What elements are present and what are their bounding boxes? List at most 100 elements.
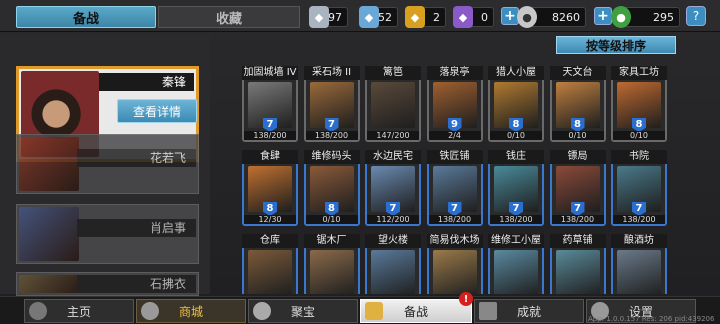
building-progress: 0/10 (305, 215, 358, 224)
resource-silver-value: 97 (328, 10, 342, 24)
building-name: 镖局 (549, 150, 606, 164)
building-card[interactable]: 铁匠铺 7 138/200 (426, 150, 483, 226)
hero-name: 石拂衣 (77, 275, 196, 293)
building-card[interactable]: 镖局 7 138/200 (549, 150, 606, 226)
building-name: 篱笆 (365, 66, 421, 80)
building-progress: 138/200 (428, 215, 481, 224)
building-grid: 加固城墙 IV 7 138/200 采石场 II 7 138/200 篱笆 147/200 落泉… (236, 62, 676, 294)
resource-blue: ◆ 52 (359, 6, 398, 28)
hero-card[interactable]: 石拂衣 (16, 272, 199, 296)
building-progress: 138/200 (613, 215, 665, 224)
building-card[interactable]: 书院 7 138/200 (611, 150, 667, 226)
building-level: 8 (324, 202, 339, 216)
building-level: 7 (324, 118, 339, 132)
add-gems-button[interactable]: + (594, 7, 612, 25)
building-level: 7 (263, 118, 277, 132)
building-card[interactable]: 加固城墙 IV 7 138/200 (242, 66, 298, 142)
building-name: 采石场 II (303, 66, 360, 80)
building-icon (309, 250, 354, 294)
building-name: 家具工坊 (611, 66, 667, 80)
hero-portrait (19, 207, 79, 261)
version-text: App: 1.0.0.157 Res: 206 pid:439206 (588, 315, 715, 323)
hero-portrait (19, 137, 79, 191)
building-name: 书院 (611, 150, 667, 164)
building-level: 8 (263, 202, 277, 216)
resource-gold: ◆ 2 (405, 6, 446, 28)
building-progress: 0/10 (551, 131, 604, 140)
building-card[interactable]: 维修码头 8 0/10 (303, 150, 360, 226)
coins-value: 8260 (552, 10, 580, 24)
building-name: 天文台 (549, 66, 606, 80)
building-card[interactable]: 药草铺 (549, 234, 606, 294)
hero-name: 肖启事 (77, 219, 196, 237)
building-card[interactable]: 望火楼 (365, 234, 421, 294)
building-card[interactable]: 维修工小屋 (488, 234, 544, 294)
building-card[interactable]: 钱庄 7 138/200 (488, 150, 544, 226)
building-progress: 2/4 (428, 131, 481, 140)
jade-icon: ● (611, 6, 631, 28)
tab-collection[interactable]: 收藏 (158, 6, 300, 28)
coin-icon: ● (517, 6, 537, 28)
nav-achievements[interactable]: 成就 (474, 299, 584, 323)
sort-by-level-button[interactable]: 按等级排序 (556, 36, 676, 54)
building-name: 猎人小屋 (488, 66, 544, 80)
purple-shield-icon: ◆ (453, 6, 473, 28)
building-icon (617, 250, 661, 294)
building-name: 落泉亭 (426, 66, 483, 80)
building-level: 7 (447, 202, 462, 216)
card-icon (365, 302, 383, 320)
building-name: 望火楼 (365, 234, 421, 248)
building-progress: 0/10 (490, 131, 542, 140)
building-card[interactable]: 篱笆 147/200 (365, 66, 421, 142)
nav-prepare-label: 备战 (403, 304, 428, 319)
building-card[interactable]: 猎人小屋 8 0/10 (488, 66, 544, 142)
nav-prepare[interactable]: 备战 (360, 299, 472, 323)
building-progress: 138/200 (305, 131, 358, 140)
resource-purple-value: 0 (481, 10, 488, 24)
building-card[interactable]: 简易伐木场 (426, 234, 483, 294)
building-progress: 138/200 (551, 215, 604, 224)
building-card[interactable]: 落泉亭 9 2/4 (426, 66, 483, 142)
nav-home[interactable]: 主页 (24, 299, 134, 323)
building-name: 水边民宅 (365, 150, 421, 164)
hero-card[interactable]: 花若飞 (16, 134, 199, 194)
building-icon (555, 250, 600, 294)
home-icon (29, 302, 47, 320)
nav-treasure-label: 聚宝 (290, 304, 315, 319)
building-card[interactable]: 天文台 8 0/10 (549, 66, 606, 142)
building-level: 7 (509, 202, 523, 216)
building-card[interactable]: 锯木厂 (303, 234, 360, 294)
game-screen: 备战 收藏 ◆ 97 ◆ 52 ◆ 2 ◆ 0 + ● 8260 + ● 295… (0, 0, 720, 324)
gems-value: 295 (653, 10, 674, 24)
treasure-bowl-icon (253, 302, 271, 320)
hero-name: 秦锋 (99, 73, 194, 91)
building-card[interactable]: 采石场 II 7 138/200 (303, 66, 360, 142)
building-icon (371, 250, 415, 294)
building-card[interactable]: 水边民宅 7 112/200 (365, 150, 421, 226)
hero-card[interactable]: 肖启事 (16, 204, 199, 264)
building-card[interactable]: 家具工坊 8 0/10 (611, 66, 667, 142)
help-button[interactable]: ? (686, 6, 706, 26)
nav-treasure[interactable]: 聚宝 (248, 299, 358, 323)
hero-name: 花若飞 (77, 149, 196, 167)
building-level: 8 (632, 118, 646, 132)
building-card[interactable]: 酿酒坊 (611, 234, 667, 294)
building-level: 7 (632, 202, 646, 216)
gold-shield-icon: ◆ (405, 6, 425, 28)
resource-gold-value: 2 (433, 10, 440, 24)
building-name: 加固城墙 IV (242, 66, 298, 80)
nav-shop[interactable]: 商城 (136, 299, 246, 323)
top-bar: 备战 收藏 ◆ 97 ◆ 52 ◆ 2 ◆ 0 + ● 8260 + ● 295… (0, 0, 720, 32)
building-card[interactable]: 仓库 (242, 234, 298, 294)
building-name: 锯木厂 (303, 234, 360, 248)
view-details-button[interactable]: 查看详情 (117, 99, 197, 123)
tab-prepare[interactable]: 备战 (16, 6, 156, 28)
building-card[interactable]: 食肆 8 12/30 (242, 150, 298, 226)
building-level: 7 (570, 202, 585, 216)
building-name: 食肆 (242, 150, 298, 164)
building-name: 药草铺 (549, 234, 606, 248)
achievement-icon (479, 302, 497, 320)
coins-counter: ● 8260 (517, 6, 586, 28)
building-icon (371, 82, 415, 128)
building-level: 7 (386, 202, 400, 216)
